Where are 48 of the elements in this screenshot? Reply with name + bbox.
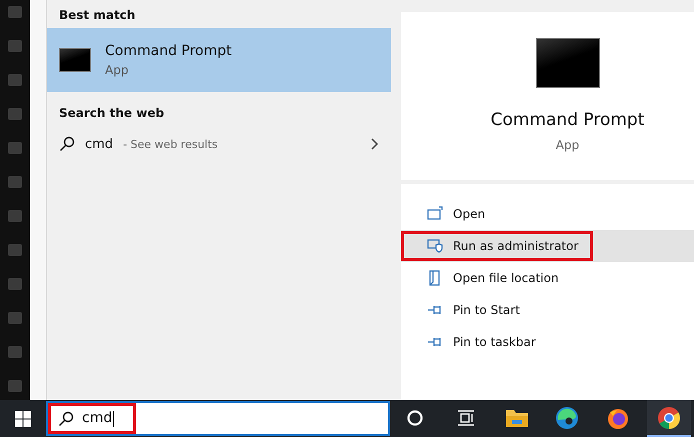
browser-icon bbox=[656, 406, 681, 430]
action-label: Open bbox=[453, 207, 486, 221]
sidebar-icon[interactable] bbox=[8, 74, 22, 86]
search-icon bbox=[58, 410, 74, 426]
sidebar-icon[interactable] bbox=[8, 346, 22, 358]
search-value: cmd bbox=[82, 410, 114, 427]
circle-icon bbox=[406, 408, 424, 426]
section-heading: Best match bbox=[58, 7, 136, 24]
chevron-icon bbox=[371, 138, 379, 150]
action-item[interactable]: Open file location bbox=[401, 262, 694, 294]
web-result-item[interactable]: cmd - See web results bbox=[47, 126, 391, 162]
search-field[interactable]: cmd bbox=[46, 401, 390, 436]
app-type: App bbox=[556, 138, 580, 152]
sidebar-icon[interactable] bbox=[8, 40, 22, 52]
action-label: Pin to Start bbox=[453, 303, 520, 317]
sidebar-icon[interactable] bbox=[8, 312, 22, 324]
action-item[interactable]: Open bbox=[401, 198, 694, 230]
action-item[interactable]: Run as administrator bbox=[401, 230, 694, 262]
sidebar-icon[interactable] bbox=[8, 210, 22, 222]
search-icon bbox=[59, 136, 75, 152]
sidebar-icon[interactable] bbox=[8, 380, 22, 392]
task-view-icon bbox=[456, 408, 475, 426]
hint-text: - See web results bbox=[123, 138, 219, 150]
action-label: Open file location bbox=[453, 271, 559, 285]
action-item[interactable]: Pin to Start bbox=[401, 294, 694, 326]
sidebar-icon[interactable] bbox=[8, 108, 22, 120]
sidebar-icon[interactable] bbox=[8, 244, 22, 256]
result-title: Command Prompt bbox=[105, 43, 232, 59]
windows-icon[interactable] bbox=[15, 410, 31, 426]
folder-icon bbox=[504, 408, 529, 428]
query-text: cmd bbox=[85, 136, 114, 152]
sidebar-icon[interactable] bbox=[8, 142, 22, 154]
terminal-icon bbox=[536, 38, 600, 88]
action-item[interactable]: Pin to taskbar bbox=[401, 326, 694, 358]
browser-icon bbox=[555, 406, 580, 430]
terminal-icon bbox=[59, 48, 91, 72]
sidebar-icon[interactable] bbox=[8, 176, 22, 188]
result-item[interactable]: Command Prompt App bbox=[47, 28, 391, 92]
result-type: App bbox=[105, 63, 130, 77]
action-label: Pin to taskbar bbox=[453, 335, 536, 349]
window-icon bbox=[427, 206, 443, 222]
sidebar-icon[interactable] bbox=[8, 6, 22, 18]
taskbar-button[interactable] bbox=[646, 400, 691, 437]
sidebar-icon[interactable] bbox=[8, 278, 22, 290]
shield-icon bbox=[427, 238, 443, 254]
section-heading: Search the web bbox=[58, 105, 166, 122]
action-label: Run as administrator bbox=[453, 239, 578, 253]
app-title: Command Prompt bbox=[490, 110, 644, 130]
